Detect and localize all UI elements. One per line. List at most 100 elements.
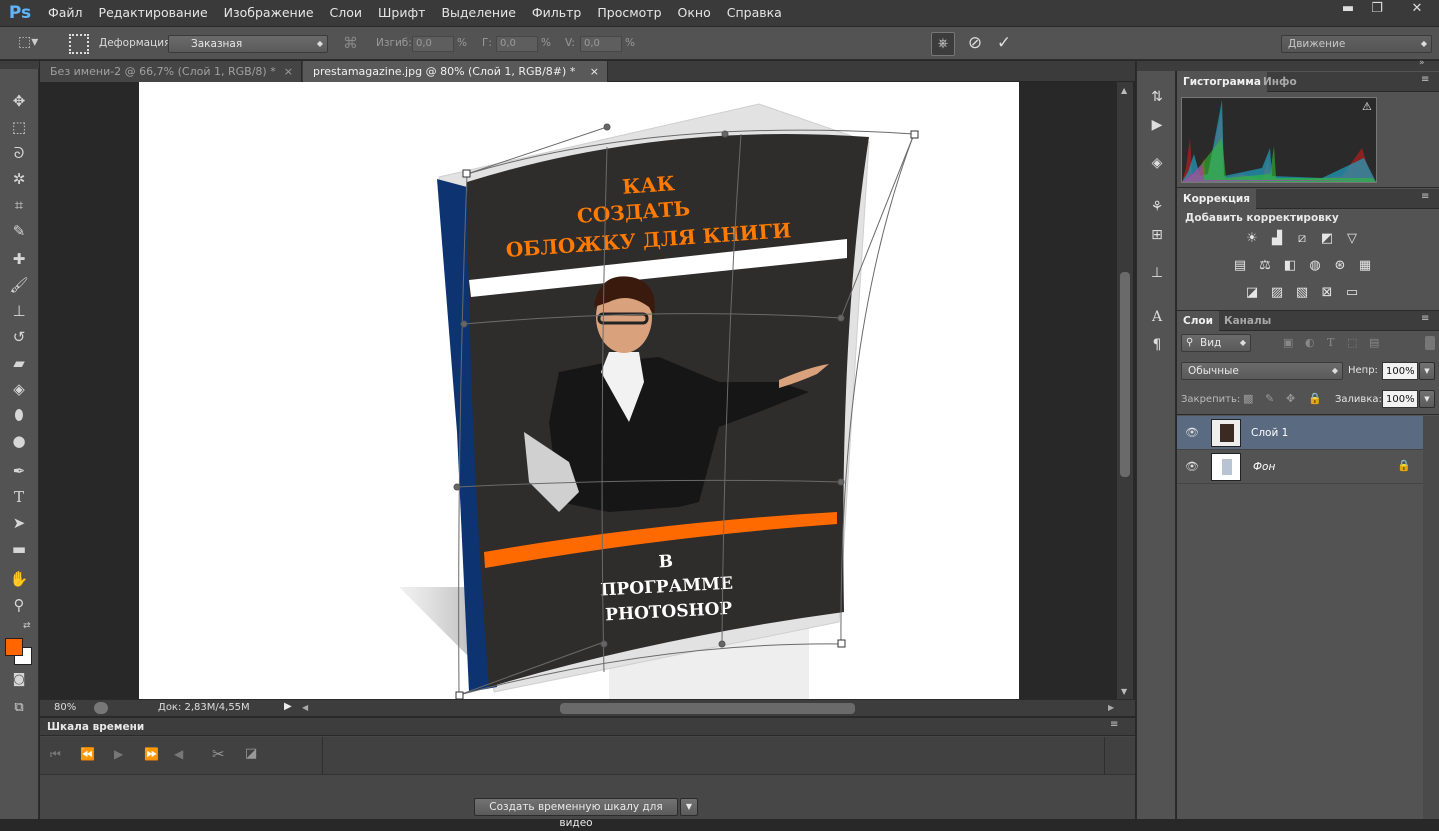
blur-tool-icon[interactable]: ⬮ — [6, 404, 32, 426]
crop-tool-icon[interactable]: ⌗ — [6, 194, 32, 216]
visibility-eye-icon[interactable]: 👁 — [1185, 426, 1199, 439]
vibrance-icon[interactable]: ▽ — [1341, 230, 1363, 248]
menu-select[interactable]: Выделение — [433, 0, 523, 26]
posterize-icon[interactable]: ▨ — [1266, 284, 1288, 302]
type-tool-icon[interactable]: T — [6, 486, 32, 508]
tab-histogram[interactable]: Гистограмма — [1177, 72, 1267, 92]
layers-menu-icon[interactable]: ≡ — [1421, 313, 1429, 324]
menu-filter[interactable]: Фильтр — [524, 0, 589, 26]
next-frame-icon[interactable]: ⏩ — [144, 747, 159, 761]
actions-panel-icon[interactable]: ▶ — [1144, 114, 1170, 136]
paint-bucket-tool-icon[interactable]: ◈ — [6, 378, 32, 400]
warp-orientation-icon[interactable]: ⌘ — [343, 34, 358, 52]
dock-strip-header[interactable] — [1137, 61, 1177, 71]
canvas-vertical-scrollbar[interactable]: ▲ ▼ — [1117, 82, 1133, 699]
restore-button[interactable]: ❐ — [1364, 0, 1390, 18]
create-video-timeline-button[interactable]: Создать временную шкалу для видео — [474, 798, 678, 829]
levels-icon[interactable]: ▟ — [1266, 230, 1288, 248]
fill-input[interactable]: 100% — [1382, 390, 1418, 408]
layers-scrollbar[interactable] — [1423, 416, 1439, 819]
go-to-first-frame-icon[interactable]: ⏮ — [50, 747, 61, 762]
channel-mixer-icon[interactable]: ⊛ — [1329, 257, 1351, 275]
panels-header[interactable]: » — [1177, 58, 1439, 71]
hue-saturation-icon[interactable]: ▤ — [1229, 257, 1251, 275]
menu-edit[interactable]: Редактирование — [91, 0, 216, 26]
tab-untitled-2[interactable]: Без имени-2 @ 66,7% (Слой 1, RGB/8) * × — [40, 61, 302, 82]
visibility-eye-icon[interactable]: 👁 — [1185, 460, 1199, 473]
clone-stamp-tool-icon[interactable]: ⊥ — [6, 300, 32, 322]
threshold-icon[interactable]: ▧ — [1291, 284, 1313, 302]
move-tool-icon[interactable]: ✥ — [6, 90, 32, 112]
history-brush-tool-icon[interactable]: ↺ — [6, 326, 32, 348]
marquee-tool-icon[interactable]: ⬚ — [6, 116, 32, 138]
brightness-contrast-icon[interactable]: ☀ — [1241, 230, 1263, 248]
screen-mode-icon[interactable]: ⧉ — [6, 697, 32, 719]
document-canvas[interactable]: КАК СОЗДАТЬ ОБЛОЖКУ ДЛЯ КНИГИ В ПРОГРАММ… — [139, 82, 1019, 699]
layer-name[interactable]: Слой 1 — [1251, 427, 1288, 439]
lasso-tool-icon[interactable]: ᘐ — [6, 142, 32, 164]
minimize-button[interactable]: ▬ — [1335, 0, 1361, 18]
color-balance-icon[interactable]: ⚖ — [1254, 257, 1276, 275]
fill-dropdown-icon[interactable]: ▼ — [1419, 390, 1435, 408]
reference-point-icon[interactable] — [69, 34, 89, 54]
menu-view[interactable]: Просмотр — [589, 0, 669, 26]
filter-adjustment-icon[interactable]: ◐ — [1305, 336, 1315, 349]
transform-tool-icon[interactable]: ⬚▾ — [18, 34, 48, 54]
filter-pixel-icon[interactable]: ▣ — [1283, 336, 1293, 349]
menu-file[interactable]: Файл — [40, 0, 91, 26]
3d-panel-icon[interactable]: ◈ — [1144, 152, 1170, 174]
selective-color-icon[interactable]: ⊠ — [1316, 284, 1338, 302]
layer-row-fon[interactable]: 👁 Фон 🔒 — [1177, 450, 1423, 484]
pen-tool-icon[interactable]: ✒ — [6, 460, 32, 482]
menu-layers[interactable]: Слои — [322, 0, 371, 26]
swap-colors-icon[interactable]: ⇄ — [23, 621, 31, 631]
lock-transparent-icon[interactable]: ▩ — [1243, 392, 1253, 405]
scroll-up-icon[interactable]: ▲ — [1121, 86, 1127, 95]
share-icon[interactable] — [94, 702, 108, 714]
status-menu-arrow-icon[interactable]: ▶ — [284, 701, 292, 712]
menu-type[interactable]: Шрифт — [370, 0, 433, 26]
histogram-menu-icon[interactable]: ≡ — [1421, 74, 1429, 85]
tab-layers[interactable]: Слои — [1177, 311, 1219, 331]
transition-icon[interactable]: ◪ — [245, 746, 257, 761]
exposure-icon[interactable]: ◩ — [1316, 230, 1338, 248]
cache-warning-icon[interactable]: ⚠ — [1362, 100, 1372, 113]
paragraph-panel-icon[interactable]: ¶ — [1144, 334, 1170, 356]
timeline-title[interactable]: Шкала времени — [47, 721, 144, 733]
eraser-tool-icon[interactable]: ▰ — [6, 352, 32, 374]
magic-wand-tool-icon[interactable]: ✲ — [6, 168, 32, 190]
blend-mode-select[interactable]: Обычные ◆ — [1181, 362, 1343, 380]
color-lookup-icon[interactable]: ▦ — [1354, 257, 1376, 275]
vertical-scroll-thumb[interactable] — [1120, 272, 1130, 477]
v-distortion-input[interactable]: 0,0 — [580, 36, 622, 52]
close-window-button[interactable]: ✕ — [1399, 0, 1435, 18]
foreground-color-swatch[interactable] — [5, 638, 23, 656]
lock-all-icon[interactable]: 🔒 — [1308, 392, 1322, 405]
tab-channels[interactable]: Каналы — [1218, 311, 1277, 331]
collapse-panels-icon[interactable]: » — [1419, 58, 1425, 68]
filter-smart-object-icon[interactable]: ▤ — [1369, 336, 1379, 349]
tab-adjustments[interactable]: Коррекция — [1177, 189, 1256, 209]
invert-icon[interactable]: ◪ — [1241, 284, 1263, 302]
bend-input[interactable]: 0,0 — [412, 36, 454, 52]
menu-image[interactable]: Изображение — [216, 0, 322, 26]
split-clip-icon[interactable]: ✂ — [212, 745, 225, 763]
brush-presets-icon[interactable]: ⚘ — [1144, 196, 1170, 218]
mute-audio-icon[interactable]: ◀ — [174, 747, 183, 761]
lock-image-icon[interactable]: ✎ — [1265, 392, 1274, 405]
brush-tool-icon[interactable]: 🖌 — [6, 274, 32, 296]
layer-name[interactable]: Фон — [1253, 461, 1275, 473]
tab-close-icon[interactable]: × — [590, 61, 599, 82]
timeline-mode-dropdown-icon[interactable]: ▼ — [680, 798, 698, 816]
zoom-level[interactable]: 80% — [54, 702, 76, 713]
commit-transform-icon[interactable]: ✓ — [993, 32, 1015, 54]
filter-type-icon[interactable]: T — [1327, 336, 1334, 349]
quick-mask-icon[interactable]: ◙ — [6, 669, 32, 691]
tools-panel-header[interactable] — [0, 61, 39, 69]
deform-select[interactable]: Заказная ◆ — [168, 35, 328, 53]
history-panel-icon[interactable]: ⇅ — [1144, 86, 1170, 108]
filter-shape-icon[interactable]: ⬚ — [1347, 336, 1357, 349]
timeline-menu-icon[interactable]: ≡ — [1110, 719, 1118, 730]
character-panel-icon[interactable]: A — [1144, 306, 1170, 328]
clone-source-icon[interactable]: ⊥ — [1144, 262, 1170, 284]
